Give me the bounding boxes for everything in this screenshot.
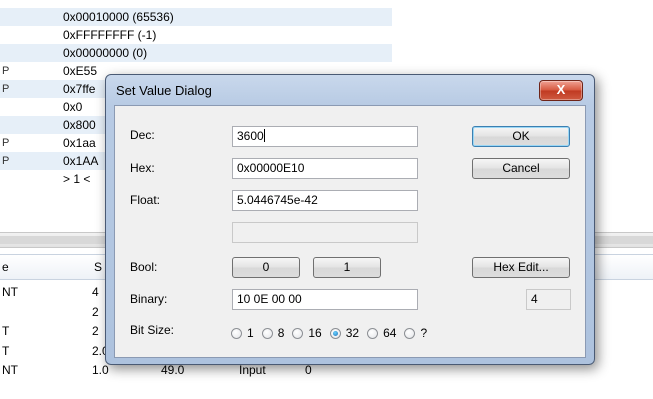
bit-size-radio-16[interactable]: 16 <box>292 324 322 342</box>
value-row-text: > 1 < <box>63 172 91 186</box>
radio-icon[interactable] <box>261 328 273 339</box>
binary-size-field: 4 <box>526 289 571 310</box>
table-cell: 4 <box>92 285 99 299</box>
value-row-marker: P <box>2 83 10 95</box>
cancel-button[interactable]: Cancel <box>472 158 570 179</box>
radio-icon[interactable] <box>367 328 379 339</box>
float-label: Float: <box>130 193 161 207</box>
value-row-text: 0x800 <box>63 118 96 132</box>
table-cell: T <box>2 324 10 338</box>
bool-label: Bool: <box>130 260 158 274</box>
hex-label: Hex: <box>130 161 155 175</box>
dec-label: Dec: <box>130 128 155 142</box>
bit-size-radio-1[interactable]: 1 <box>231 324 254 342</box>
bool-true-button[interactable]: 1 <box>313 257 381 278</box>
close-icon: X <box>556 82 566 97</box>
bit-size-radio-label: 64 <box>383 326 397 340</box>
float-input[interactable]: 5.0446745e-42 <box>232 190 418 211</box>
column-header-size[interactable]: S <box>94 260 102 274</box>
table-cell: NT <box>2 285 18 299</box>
binary-input[interactable]: 10 0E 00 00 <box>232 289 418 310</box>
hex-edit-button[interactable]: Hex Edit... <box>472 257 570 278</box>
bit-size-radio-32[interactable]: 32 <box>329 324 360 342</box>
table-cell: 2 <box>92 304 99 319</box>
value-row-text: 0xFFFFFFFF (-1) <box>63 28 157 42</box>
bit-size-radio-64[interactable]: 64 <box>367 324 396 342</box>
binary-label: Binary: <box>130 292 168 306</box>
table-cell: 2 <box>92 324 99 338</box>
table-cell: T <box>2 343 10 358</box>
value-row[interactable]: 0x00000000 (0) <box>0 44 392 62</box>
ok-button[interactable]: OK <box>472 126 570 147</box>
bit-size-radio-label: 32 <box>345 326 360 340</box>
dialog-body: Dec: 3600 Hex: 0x00000E10 Float: 5.04467… <box>114 105 586 358</box>
bit-size-radio-group: 1 8 16 32 64? <box>231 324 435 342</box>
bit-size-radio-label: 1 <box>247 326 254 340</box>
set-value-dialog: Set Value Dialog X Dec: 3600 Hex: 0x0000… <box>105 74 595 365</box>
value-row-marker: P <box>2 65 10 77</box>
table-cell: 1.0 <box>92 363 109 377</box>
value-row-text: 0x7ffe <box>63 82 96 96</box>
column-header-name[interactable]: e <box>2 260 9 274</box>
value-row-text: 0x0 <box>63 100 83 114</box>
value-row-text: 0x00000000 (0) <box>63 46 148 60</box>
extra-input <box>232 222 418 243</box>
radio-icon[interactable] <box>292 328 304 339</box>
dialog-title: Set Value Dialog <box>116 83 212 98</box>
value-row[interactable]: 0xFFFFFFFF (-1) <box>0 26 392 44</box>
bit-size-radio-8[interactable]: 8 <box>261 324 285 342</box>
bit-size-radio-label: ? <box>420 326 428 340</box>
hex-input[interactable]: 0x00000E10 <box>232 158 418 179</box>
value-row-text: 0xE55 <box>63 64 98 78</box>
radio-icon[interactable] <box>329 328 341 339</box>
bit-size-radio-label: 16 <box>308 326 322 340</box>
bit-size-radio-auto[interactable]: ? <box>404 324 427 342</box>
value-row-marker: P <box>2 137 10 149</box>
bit-size-label: Bit Size: <box>130 323 175 337</box>
bool-false-button[interactable]: 0 <box>232 257 300 278</box>
dec-input[interactable]: 3600 <box>232 126 418 147</box>
radio-icon[interactable] <box>231 328 242 339</box>
value-row-text: 0x00010000 (65536) <box>63 10 174 24</box>
radio-icon[interactable] <box>404 328 416 339</box>
value-row-text: 0x1AA <box>63 154 99 168</box>
table-cell: NT <box>2 363 18 377</box>
bit-size-radio-label: 8 <box>277 326 285 340</box>
value-row-marker: P <box>2 155 10 167</box>
value-row[interactable]: 0x00010000 (65536) <box>0 8 392 26</box>
close-button[interactable]: X <box>539 80 583 101</box>
value-row-text: 0x1aa <box>63 136 96 150</box>
